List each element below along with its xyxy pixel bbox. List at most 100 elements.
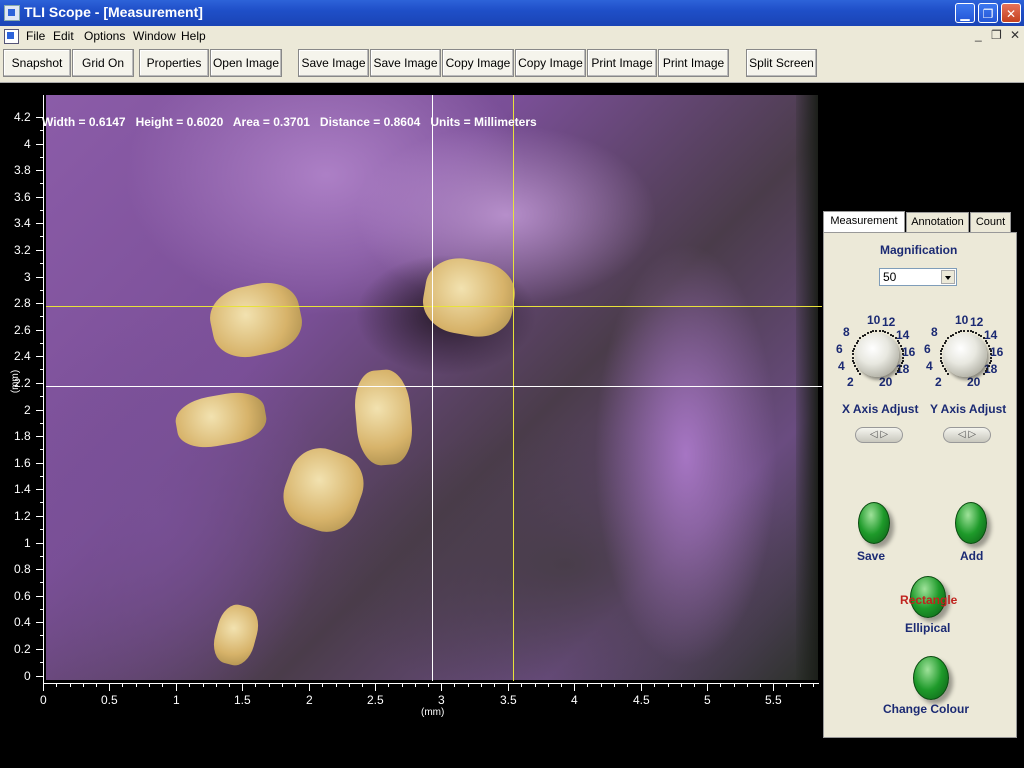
maximize-button[interactable]: ❐ xyxy=(978,3,998,23)
y-tick-label: 1.4 xyxy=(14,482,31,496)
dial-tick xyxy=(988,345,990,347)
chevron-down-icon[interactable] xyxy=(941,270,955,284)
dial-tick xyxy=(986,342,988,344)
snapshot-button[interactable]: Snapshot xyxy=(3,49,71,77)
menu-file[interactable]: File xyxy=(26,29,45,43)
copy-image-button-2[interactable]: Copy Image xyxy=(515,49,586,77)
y-axis-line xyxy=(43,95,44,683)
anther-2 xyxy=(418,252,520,343)
y-tick-label: 0.6 xyxy=(14,589,31,603)
white-cursor-vertical[interactable] xyxy=(432,95,433,681)
yellow-cursor-vertical[interactable] xyxy=(513,95,514,681)
knob[interactable] xyxy=(855,333,899,377)
tab-measurement[interactable]: Measurement xyxy=(823,211,905,233)
yellow-cursor-horizontal[interactable] xyxy=(46,306,822,307)
y-tick-label: 3.8 xyxy=(14,163,31,177)
dial-tick xyxy=(857,370,859,372)
x-tick xyxy=(707,683,708,691)
dial-tick xyxy=(900,365,902,367)
y-tick-label: 2.8 xyxy=(14,296,31,310)
tab-count[interactable]: Count xyxy=(970,212,1011,232)
split-screen-button[interactable]: Split Screen xyxy=(746,49,817,77)
x-tick-label: 5.5 xyxy=(765,693,782,707)
y-tick-label: 4 xyxy=(24,137,31,151)
measurement-readout: Width = 0.6147 Height = 0.6020 Area = 0.… xyxy=(42,115,537,129)
minimize-button[interactable]: ▁ xyxy=(955,3,975,23)
dial-tick xyxy=(940,353,942,355)
magnification-select[interactable]: 50 xyxy=(879,268,957,286)
y-tick-label: 2.6 xyxy=(14,323,31,337)
child-close-icon[interactable]: ✕ xyxy=(1010,28,1020,42)
y-axis-stepper[interactable]: ◁ ▷ xyxy=(943,427,991,443)
dial-number: 8 xyxy=(843,325,850,339)
dial-tick xyxy=(940,357,942,359)
y-tick-label: 1.8 xyxy=(14,429,31,443)
dial-tick xyxy=(887,332,889,334)
close-button[interactable]: ✕ xyxy=(1001,3,1021,23)
dial-number: 12 xyxy=(882,315,896,329)
magnification-label: Magnification xyxy=(880,243,958,257)
x-tick xyxy=(176,683,177,691)
y-tick-label: 0.8 xyxy=(14,562,31,576)
grid-on-button[interactable]: Grid On xyxy=(72,49,134,77)
dial-tick xyxy=(897,370,899,372)
app-icon xyxy=(4,5,20,21)
menu-help[interactable]: Help xyxy=(181,29,206,43)
print-image-button-2[interactable]: Print Image xyxy=(658,49,729,77)
image-viewer[interactable] xyxy=(0,83,822,768)
change-colour-label: Change Colour xyxy=(883,702,969,716)
menu-edit[interactable]: Edit xyxy=(53,29,74,43)
copy-image-button[interactable]: Copy Image xyxy=(442,49,514,77)
menu-window[interactable]: Window xyxy=(133,29,176,43)
dial-tick xyxy=(960,330,962,332)
document-icon[interactable] xyxy=(4,29,19,44)
x-tick xyxy=(309,683,310,691)
x-tick-label: 0.5 xyxy=(101,693,118,707)
change-colour-button[interactable] xyxy=(913,656,949,700)
save-image-button-2[interactable]: Save Image xyxy=(370,49,441,77)
dial-tick xyxy=(879,330,881,332)
tab-annotation[interactable]: Annotation xyxy=(906,212,969,232)
child-minimize-icon[interactable]: _ xyxy=(975,28,982,42)
dial-tick xyxy=(901,362,903,364)
print-image-button[interactable]: Print Image xyxy=(587,49,657,77)
dial-tick xyxy=(900,345,902,347)
anther-1 xyxy=(204,276,308,364)
child-restore-icon[interactable]: ❐ xyxy=(991,28,1002,42)
dial-tick xyxy=(985,370,987,372)
dial-number: 20 xyxy=(967,375,981,389)
dial-number: 4 xyxy=(926,359,933,373)
x-tick-label: 1.5 xyxy=(234,693,251,707)
dial-tick xyxy=(941,362,943,364)
dial-tick xyxy=(884,331,886,333)
save-button[interactable] xyxy=(858,502,890,544)
x-tick-label: 0 xyxy=(40,693,47,707)
dial-tick xyxy=(852,353,854,355)
dial-number: 2 xyxy=(935,375,942,389)
dial-tick xyxy=(856,368,858,370)
white-cursor-horizontal[interactable] xyxy=(46,386,822,387)
dial-tick xyxy=(852,357,854,359)
dial-tick xyxy=(990,350,992,352)
y-tick-label: 0 xyxy=(24,669,31,683)
title-bar: TLI Scope - [Measurement] ▁ ❐ ✕ xyxy=(0,0,1024,26)
dial-tick xyxy=(947,373,949,375)
dial-number: 2 xyxy=(847,375,854,389)
x-axis-stepper[interactable]: ◁ ▷ xyxy=(855,427,903,443)
save-image-button[interactable]: Save Image xyxy=(298,49,369,77)
x-axis-line xyxy=(43,683,819,684)
dial-number: 16 xyxy=(902,345,916,359)
dial-tick xyxy=(898,342,900,344)
y-axis-adjust-label: Y Axis Adjust xyxy=(930,402,1007,416)
anther-5 xyxy=(274,439,373,541)
menu-options[interactable]: Options xyxy=(84,29,125,43)
x-tick xyxy=(441,683,442,691)
dial-tick xyxy=(989,362,991,364)
add-button[interactable] xyxy=(955,502,987,544)
open-image-button[interactable]: Open Image xyxy=(210,49,282,77)
anther-6 xyxy=(208,600,264,670)
dial-tick xyxy=(875,330,877,332)
properties-button[interactable]: Properties xyxy=(139,49,209,77)
knob[interactable] xyxy=(943,333,987,377)
x-tick-label: 5 xyxy=(704,693,711,707)
